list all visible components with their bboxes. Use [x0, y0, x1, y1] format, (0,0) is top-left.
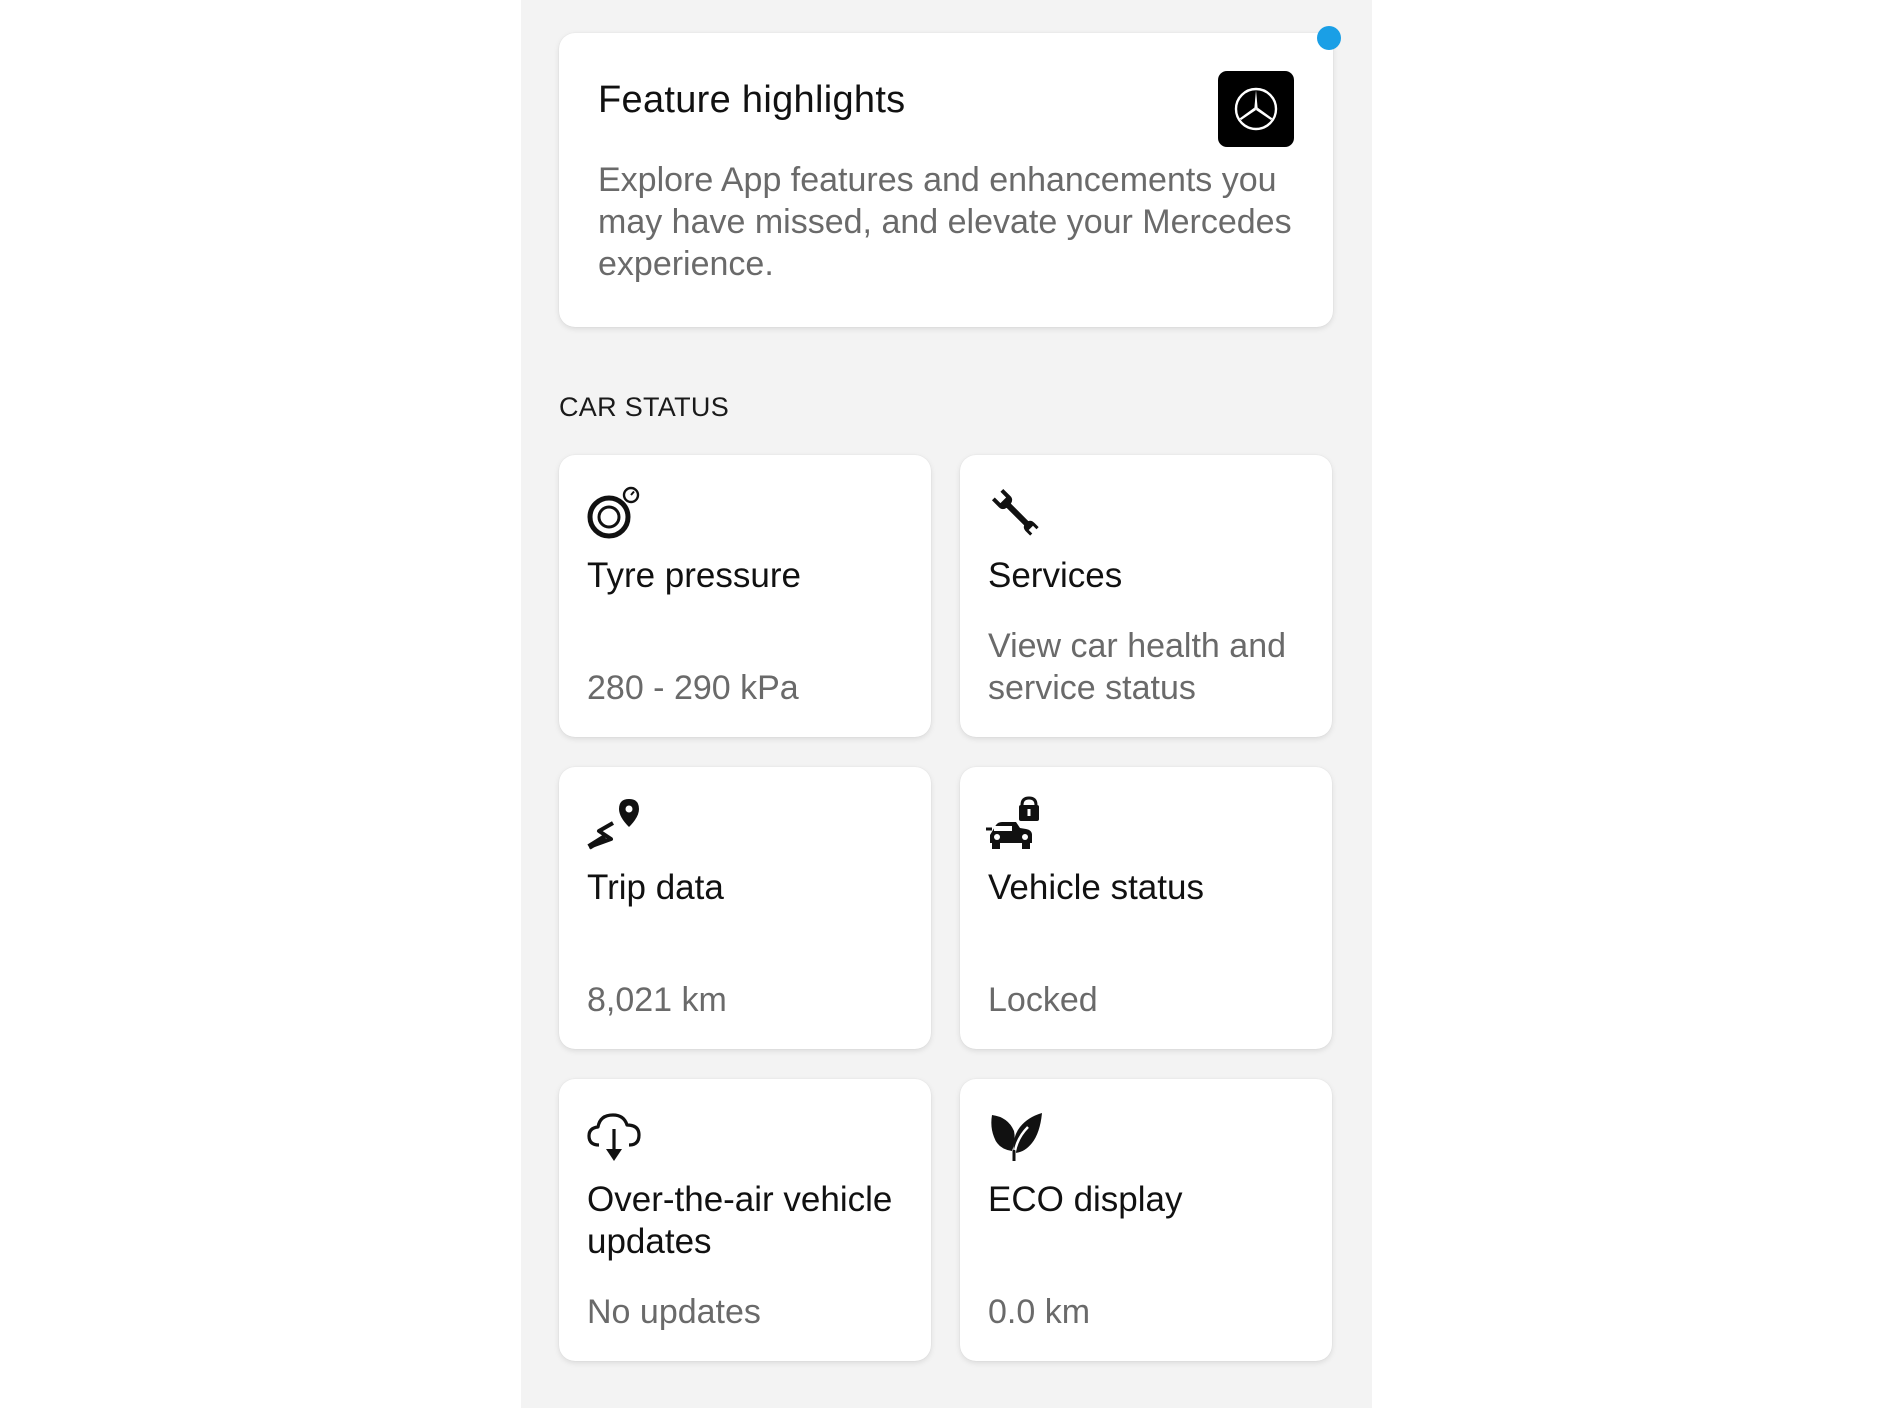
tile-value: 0.0 km [988, 1293, 1091, 1331]
feature-highlights-card[interactable]: Feature highlights Explore App features … [559, 33, 1333, 327]
mercedes-star-icon [1218, 71, 1294, 147]
tile-eco-display[interactable]: ECO display 0.0 km [960, 1079, 1332, 1361]
tile-tyre-pressure[interactable]: Tyre pressure 280 - 290 kPa [559, 455, 931, 737]
tile-value: 280 - 290 kPa [587, 669, 799, 707]
tile-value: No updates [587, 1293, 761, 1331]
tile-value: View car health and service status [988, 627, 1287, 707]
wrench-icon [986, 483, 1046, 543]
feature-highlights-description: Explore App features and enhancements yo… [598, 161, 1292, 283]
tile-vehicle-status[interactable]: Vehicle status Locked [960, 767, 1332, 1049]
route-pin-icon [585, 795, 645, 855]
tile-title: Over-the-air vehicle updates [587, 1180, 893, 1261]
tile-value: Locked [988, 981, 1098, 1019]
tile-trip-data[interactable]: Trip data 8,021 km [559, 767, 931, 1049]
tile-value: 8,021 km [587, 981, 727, 1019]
leaf-icon [986, 1107, 1046, 1167]
tile-title: Services [988, 556, 1123, 595]
notification-dot [1317, 26, 1341, 50]
tyre-pressure-icon [585, 483, 645, 543]
car-status-heading: CAR STATUS [559, 392, 730, 422]
tile-services[interactable]: Services View car health and service sta… [960, 455, 1332, 737]
app-screen: Feature highlights Explore App features … [521, 0, 1372, 1408]
tile-title: Vehicle status [988, 868, 1204, 907]
cloud-download-icon [585, 1107, 645, 1167]
tile-title: Tyre pressure [587, 556, 801, 595]
car-lock-icon [986, 795, 1046, 855]
tile-title: ECO display [988, 1180, 1183, 1219]
tile-ota-updates[interactable]: Over-the-air vehicle updates No updates [559, 1079, 931, 1361]
tile-title: Trip data [587, 868, 724, 907]
feature-highlights-title: Feature highlights [598, 79, 906, 121]
